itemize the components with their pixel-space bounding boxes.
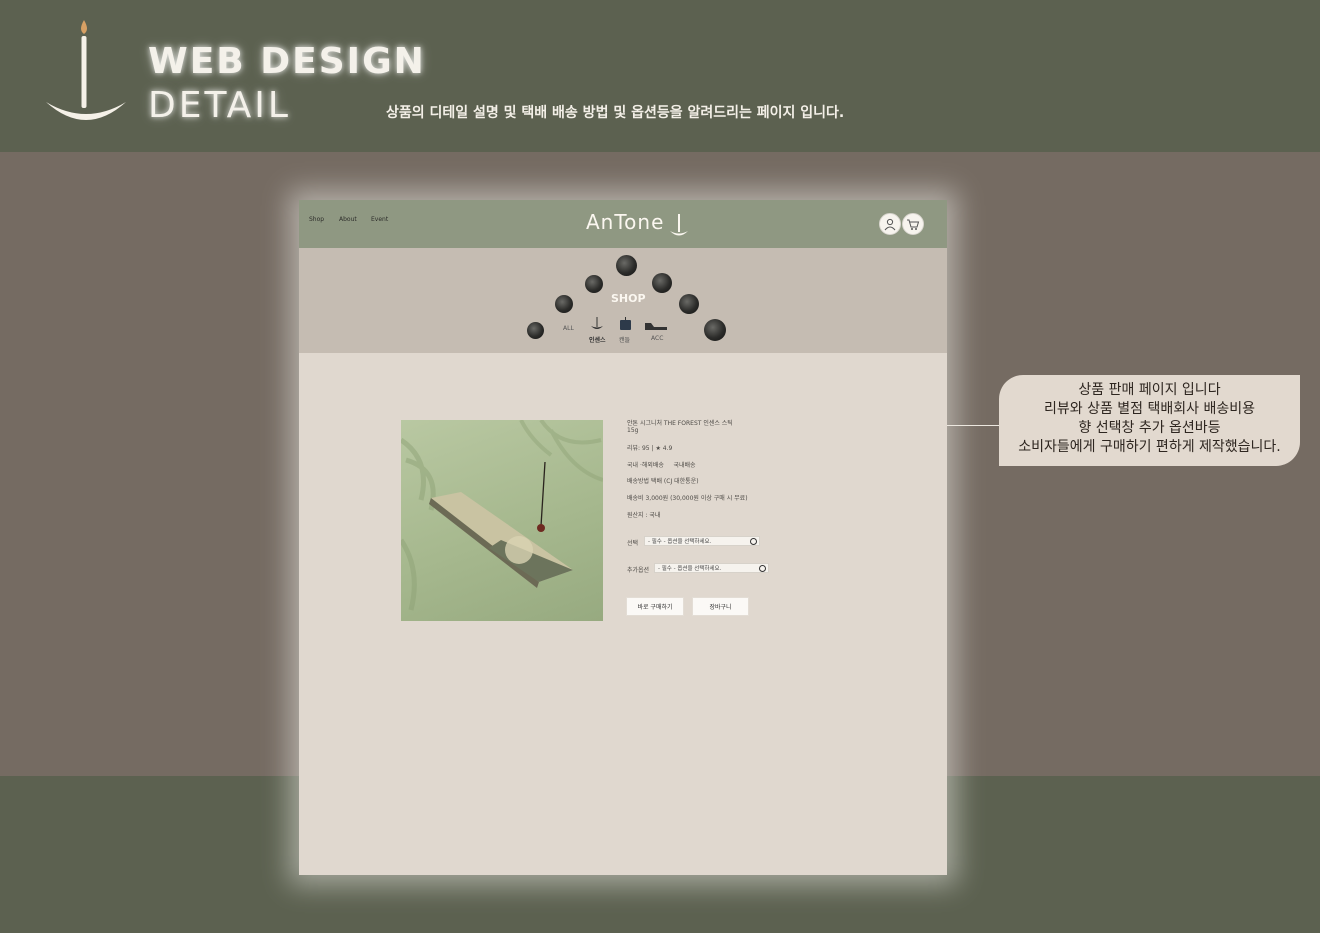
nav-about-link[interactable]: About [339,216,357,223]
product-weight: 15g [627,427,639,434]
product-review: 리뷰: 95 | ★ 4.9 [627,445,673,452]
moon-icon [527,322,544,339]
nav-shop-link[interactable]: Shop [309,216,324,223]
moon-icon [704,319,726,341]
category-candle[interactable]: 캔들 [619,335,630,344]
nav-event-link[interactable]: Event [371,216,388,223]
product-origin: 원산지 : 국내 [627,512,661,519]
page-title: WEB DESIGN DETAIL [148,40,426,128]
category-acc[interactable]: ACC [651,335,663,342]
candle-logo-icon [46,20,126,120]
product-shipping-method: 배송방법 택배 (CJ 대한통운) [627,478,699,485]
callout-line-4: 소비자들에게 구매하기 편하게 제작했습니다. [1018,439,1281,455]
acc-icon [645,323,667,330]
page-subtitle: 상품의 디테일 설명 및 택배 배송 방법 및 옵션등을 알려드리는 페이지 입… [386,105,845,121]
user-icon [884,218,896,231]
add-to-cart-button[interactable]: 장바구니 [692,597,749,616]
brand-logo-text[interactable]: AnTone [586,210,664,234]
product-shipping-fee: 배송비 3,000원 (30,000원 이상 구매 시 무료) [627,495,748,502]
mock-navbar: Shop About Event AnTone [299,200,947,248]
option-select-value: - 필수 - 옵션을 선택하세요. [648,539,712,545]
product-page-mockup: Shop About Event AnTone SHOP ALL 인센스 캔들 … [299,200,947,875]
product-image [401,420,603,621]
category-all[interactable]: ALL [563,325,574,332]
callout-box: 상품 판매 페이지 입니다 리뷰와 상품 별점 택배회사 배송비용 향 선택창 … [999,375,1300,466]
option-label: 선택 [627,540,639,547]
buy-now-button[interactable]: 바로 구매하기 [626,597,684,616]
callout-line-2: 리뷰와 상품 별점 택배회사 배송비용 [1044,401,1255,417]
moon-icon [616,255,637,276]
product-photo [401,420,603,611]
cart-button[interactable] [902,213,924,235]
callout-line-1: 상품 판매 페이지 입니다 [1078,382,1221,398]
title-line-2: DETAIL [148,85,291,126]
user-button[interactable] [879,213,901,235]
chevron-down-icon [750,538,757,545]
candle-icon [620,317,631,330]
callout-connector [947,425,1000,426]
product-delivery-type: 국내 ·해외배송 국내배송 [627,462,696,469]
moon-icon [555,295,573,313]
extra-option-select-value: - 필수 - 옵션을 선택하세요. [658,566,722,572]
chevron-down-icon [759,565,766,572]
callout-line-3: 향 선택창 추가 옵션바등 [1078,420,1221,436]
option-select[interactable]: - 필수 - 옵션을 선택하세요. [644,536,760,546]
incense-icon [591,317,603,329]
cart-icon [907,219,920,230]
product-name: 안톤 시그니처 THE FOREST 인센스 스틱 [627,420,733,427]
category-incense[interactable]: 인센스 [589,335,606,344]
title-line-1: WEB DESIGN [148,41,426,82]
extra-option-select[interactable]: - 필수 - 옵션을 선택하세요. [654,563,769,573]
extra-option-label: 추가옵션 [627,567,650,574]
shop-banner: SHOP ALL 인센스 캔들 ACC [299,248,947,353]
moon-icon [652,273,672,293]
moon-icon [585,275,603,293]
moon-icon [679,294,699,314]
banner-shop-title: SHOP [611,292,646,305]
brand-candle-icon [670,214,688,236]
